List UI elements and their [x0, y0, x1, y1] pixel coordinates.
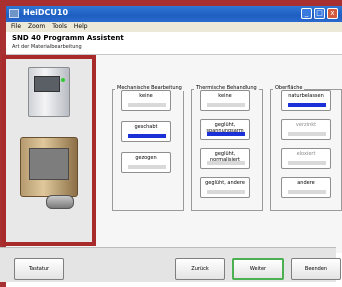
minimize-button[interactable]: _ [301, 8, 312, 19]
selection-indicator [288, 161, 326, 165]
control-unit-image [28, 67, 70, 117]
option-surf-naturbelassen[interactable]: naturbelassen [281, 90, 331, 111]
page-subtitle: Art der Materialbearbeitung [12, 44, 82, 50]
option-label: verzinkt [295, 122, 317, 128]
selection-indicator [207, 132, 245, 136]
selection-indicator [207, 190, 245, 194]
sensor-body-image [20, 137, 78, 197]
option-therm-spannungsarm[interactable]: geglüht, spannungsarm [200, 119, 250, 140]
selection-indicator [128, 103, 166, 107]
device-illustration [6, 59, 92, 242]
selection-indicator [288, 103, 326, 107]
option-label: keine [139, 93, 153, 99]
menu-tools[interactable]: Tools [52, 22, 67, 32]
selection-indicator [288, 190, 326, 194]
option-label: gezogen [135, 155, 157, 161]
option-label: naturbelassen [288, 93, 324, 99]
menu-bar: File Zoom Tools Help [6, 22, 342, 32]
option-surf-andere[interactable]: andere [281, 177, 331, 198]
selection-indicator [288, 132, 326, 136]
option-surf-verzinkt[interactable]: verzinkt [281, 119, 331, 140]
control-unit-display [34, 76, 60, 92]
option-label: eloxiert [296, 151, 316, 157]
selection-indicator [128, 134, 166, 138]
status-led [61, 78, 65, 82]
menu-zoom[interactable]: Zoom [28, 22, 45, 32]
page-title: SND 40 Programm Assistent [12, 34, 124, 42]
next-button[interactable]: Weiter [232, 258, 284, 280]
option-label: geschabt [134, 124, 158, 130]
app-icon [9, 9, 19, 18]
title-bar[interactable]: HeiDCU10 _ □ x [6, 6, 342, 22]
page-header: SND 40 Programm Assistent Art der Materi… [6, 32, 342, 55]
menu-help[interactable]: Help [74, 22, 88, 32]
option-mech-keine[interactable]: keine [121, 90, 171, 111]
option-therm-andere[interactable]: geglüht, andere [200, 177, 250, 198]
option-label: keine [218, 93, 232, 99]
window-title: HeiDCU10 [23, 8, 69, 17]
option-therm-normalisiert[interactable]: geglüht, normalisiert [200, 148, 250, 169]
keyboard-button[interactable]: Tastatur [14, 258, 64, 280]
menu-file[interactable]: File [11, 22, 21, 32]
maximize-button[interactable]: □ [314, 8, 325, 19]
option-mech-geschabt[interactable]: geschabt [121, 121, 171, 142]
close-button[interactable]: x [327, 8, 338, 19]
pipe-image [46, 195, 74, 209]
selection-indicator [207, 103, 245, 107]
device-image-panel [2, 55, 96, 246]
selection-indicator [128, 165, 166, 169]
selection-indicator [207, 161, 245, 165]
option-label: geglüht, andere [205, 180, 245, 186]
option-mech-gezogen[interactable]: gezogen [121, 152, 171, 173]
option-surf-eloxiert[interactable]: eloxiert [281, 148, 331, 169]
option-therm-keine[interactable]: keine [200, 90, 250, 111]
exit-button[interactable]: Beenden [291, 258, 341, 280]
back-button[interactable]: Zurück [175, 258, 225, 280]
sensor-plate [29, 148, 69, 180]
option-label: andere [297, 180, 315, 186]
